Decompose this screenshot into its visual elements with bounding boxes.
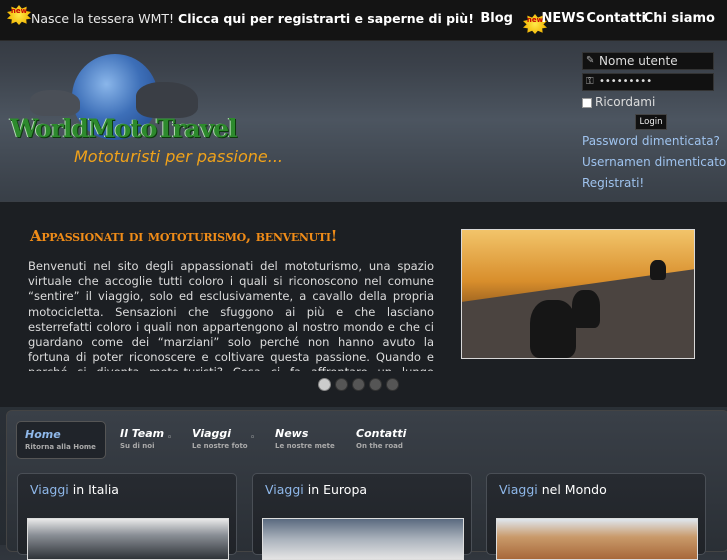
- new-badge-icon: new: [7, 5, 31, 25]
- slide-title: Appassionati di mototurismo, benvenuti!: [30, 227, 337, 245]
- motorcyclists-photo: [461, 229, 695, 359]
- forgot-password-link[interactable]: Password dimenticata?: [582, 131, 727, 152]
- card-mondo[interactable]: Viaggi nel Mondo: [486, 473, 706, 560]
- nav-viaggi[interactable]: Viaggi Le nostre foto: [184, 421, 254, 457]
- promo-prefix: Nasce la tessera WMT!: [31, 11, 175, 26]
- card-photo: [262, 518, 464, 560]
- top-nav-chi-siamo[interactable]: Chi siamo: [644, 11, 715, 26]
- nav-news[interactable]: News Le nostre mete: [267, 421, 337, 457]
- remember-checkbox[interactable]: [582, 98, 592, 108]
- top-nav-news[interactable]: NEWS: [542, 11, 585, 26]
- nav-news-sub: Le nostre mete: [275, 442, 335, 450]
- card-europa[interactable]: Viaggi in Europa: [252, 473, 472, 560]
- nav-contatti-sub: On the road: [356, 442, 403, 450]
- card-title: Viaggi nel Mondo: [499, 482, 607, 497]
- login-button[interactable]: Login: [635, 114, 667, 130]
- card-title-rest: in Italia: [68, 482, 119, 497]
- card-title-highlight: Viaggi: [265, 482, 304, 497]
- card-title-highlight: Viaggi: [30, 482, 69, 497]
- remember-me[interactable]: Ricordami: [582, 94, 727, 112]
- forgot-username-link[interactable]: Usernamen dimenticato?: [582, 152, 727, 173]
- register-link[interactable]: Registrati!: [582, 173, 727, 194]
- password-field[interactable]: ⚿ •••••••••: [582, 73, 714, 91]
- rider-shape: [530, 300, 576, 358]
- promo-message[interactable]: Nasce la tessera WMT! Clicca qui per reg…: [31, 11, 474, 26]
- nav-contatti[interactable]: Contatti On the road: [348, 421, 418, 457]
- card-title: Viaggi in Europa: [265, 482, 367, 497]
- top-nav-contatti[interactable]: Contatti: [586, 11, 646, 26]
- remember-label: Ricordami: [595, 95, 656, 109]
- login-form: ✎ Nome utente ⚿ ••••••••• Ricordami Logi…: [582, 52, 727, 190]
- key-icon: ⚿: [586, 76, 594, 87]
- card-italia[interactable]: Viaggi in Italia: [17, 473, 237, 560]
- nav-contatti-label: Contatti: [356, 427, 407, 440]
- slide-dot[interactable]: [386, 378, 399, 391]
- card-title-highlight: Viaggi: [499, 482, 538, 497]
- logo-wordmark: WorldMotoTravel: [10, 114, 238, 143]
- username-field[interactable]: ✎ Nome utente: [582, 52, 714, 70]
- rider-shape: [650, 260, 666, 280]
- motorcycle-icon: [136, 82, 198, 118]
- slide-text: Benvenuti nel sito degli appassionati de…: [28, 259, 434, 371]
- nav-news-label: News: [275, 427, 309, 440]
- promo-link[interactable]: Clicca qui per registrarti e saperne di …: [178, 11, 474, 26]
- nav-home-label: Home: [25, 428, 61, 441]
- user-icon: ✎: [586, 55, 595, 66]
- logo-tagline: Mototuristi per passione...: [74, 147, 284, 166]
- motorcycle-icon: [30, 90, 80, 116]
- card-title-rest: in Europa: [303, 482, 368, 497]
- card-title: Viaggi in Italia: [30, 482, 119, 497]
- rider-shape: [572, 290, 600, 328]
- nav-viaggi-label: Viaggi: [192, 427, 232, 440]
- nav-team-label: Il Team: [120, 427, 165, 440]
- login-links: Password dimenticata? Usernamen dimentic…: [582, 131, 727, 194]
- nav-viaggi-sub: Le nostre foto: [192, 442, 248, 450]
- password-value: •••••••••: [599, 76, 653, 87]
- nav-home-sub: Ritorna alla Home: [25, 443, 96, 451]
- slide-dot-active[interactable]: [335, 378, 348, 391]
- top-nav-blog[interactable]: Blog: [480, 11, 513, 26]
- nav-separator-icon: ◦: [250, 433, 256, 443]
- nav-team[interactable]: Il Team Su di noi: [112, 421, 172, 457]
- nav-home[interactable]: Home Ritorna alla Home: [16, 421, 106, 459]
- site-logo[interactable]: WorldMotoTravel Mototuristi per passione…: [8, 52, 288, 172]
- card-title-rest: nel Mondo: [537, 482, 607, 497]
- slide-dot[interactable]: [352, 378, 365, 391]
- card-photo: [496, 518, 698, 560]
- nav-team-sub: Su di noi: [120, 442, 155, 450]
- top-bar: new Nasce la tessera WMT! Clicca qui per…: [0, 0, 727, 41]
- intro-slide: Appassionati di mototurismo, benvenuti! …: [0, 201, 727, 407]
- nav-separator-icon: ◦: [167, 433, 173, 443]
- card-photo: [27, 518, 229, 560]
- slide-dot[interactable]: [318, 378, 331, 391]
- slide-dot[interactable]: [369, 378, 382, 391]
- username-placeholder: Nome utente: [599, 54, 678, 68]
